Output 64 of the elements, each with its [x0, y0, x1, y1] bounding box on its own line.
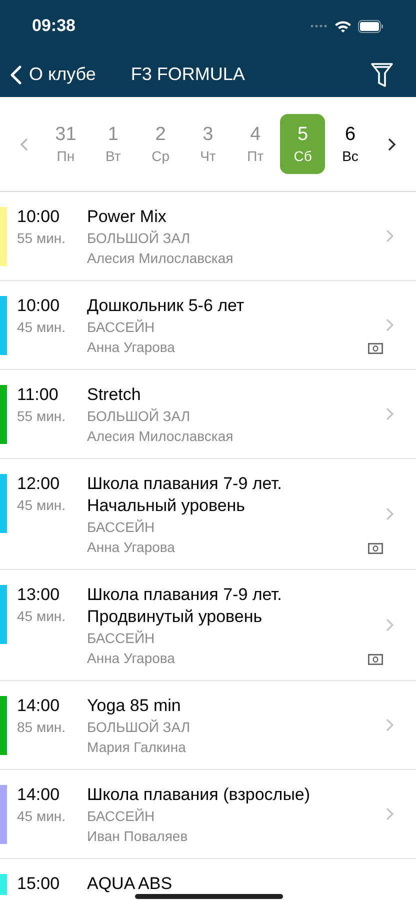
- chevron-right-icon: [386, 318, 394, 332]
- signal-icon: [310, 24, 328, 28]
- class-time: 13:00: [17, 584, 61, 606]
- class-title: Школа плавания 7-9 лет. Начальный уровень: [87, 473, 283, 517]
- class-title: Stretch: [87, 384, 142, 406]
- class-title: Школа плавания 7-9 лет. Продвинутый уровень: [87, 584, 283, 628]
- class-title: Школа плавания (взрослые): [87, 784, 312, 806]
- trainer-name: Анна Угарова: [87, 338, 176, 357]
- back-chevron-icon: [10, 64, 22, 84]
- chevron-left-icon: [20, 138, 28, 150]
- filter-icon: [370, 62, 394, 88]
- class-row[interactable]: 10:00 55 мин. Power Mix БОЛЬШОЙ ЗАЛ Алесия Милославская: [0, 192, 416, 281]
- wifi-icon: [334, 20, 352, 32]
- class-row[interactable]: 10:00 45 мин. Дошкольник 5-6 лет БАССЕЙН Анна Угарова: [0, 281, 416, 370]
- trainer-name: Алесия Милославская: [87, 427, 234, 446]
- class-row[interactable]: 12:00 45 мин. Школа плавания 7-9 лет. Начальный уровень БАССЕЙН Анна Угарова: [0, 459, 416, 570]
- class-time: 14:00: [17, 784, 61, 806]
- trainer-name: Анна Угарова: [87, 538, 176, 557]
- class-duration: 45 мин.: [17, 807, 67, 826]
- class-time: 10:00: [17, 295, 61, 317]
- room-name: БОЛЬШОЙ ЗАЛ: [87, 229, 192, 248]
- class-title: Дошкольник 5-6 лет: [87, 295, 246, 317]
- class-time: 10:00: [17, 206, 61, 228]
- screen-title: F3 FORMULA: [130, 63, 245, 86]
- trainer-name: Мария Галкина: [87, 738, 187, 757]
- chevron-right-icon: [386, 408, 394, 420]
- class-duration: 45 мин.: [17, 607, 67, 626]
- trainer-name: Алесия Милославская: [87, 249, 234, 268]
- class-row[interactable]: 14:00 85 мин. Yoga 85 min БОЛЬШОЙ ЗАЛ Мария Галкина: [0, 681, 416, 770]
- filter-button[interactable]: [370, 62, 394, 88]
- class-title: AQUA ABS: [87, 873, 174, 895]
- chevron-right-icon: [386, 718, 394, 732]
- class-row[interactable]: 15:00 AQUA ABS: [0, 859, 416, 895]
- room-name: БОЛЬШОЙ ЗАЛ: [87, 407, 192, 426]
- chevron-right-icon: [386, 230, 394, 242]
- trainer-name: Иван Поваляев: [87, 827, 189, 846]
- class-duration: 85 мин.: [17, 718, 67, 737]
- chevron-right-icon: [386, 618, 394, 632]
- chevron-right-icon: [386, 508, 394, 520]
- class-duration: 55 мин.: [17, 407, 67, 426]
- class-time: 12:00: [17, 473, 61, 495]
- class-title: Power Mix: [87, 206, 168, 228]
- battery-icon: [358, 20, 384, 32]
- class-row[interactable]: 13:00 45 мин. Школа плавания 7-9 лет. Продвинутый уровень БАССЕЙН Анна Угарова: [0, 570, 416, 681]
- class-time: 11:00: [17, 384, 60, 406]
- class-duration: 45 мин.: [17, 496, 67, 515]
- room-name: БАССЕЙН: [87, 318, 156, 337]
- trainer-name: Анна Угарова: [87, 649, 176, 668]
- class-title: Yoga 85 min: [87, 695, 182, 717]
- room-name: БАССЕЙН: [87, 629, 156, 648]
- chevron-right-icon: [388, 138, 396, 150]
- class-time: 14:00: [17, 695, 61, 717]
- day-tab[interactable]: 6 Вс: [328, 114, 373, 174]
- class-time: 15:00: [17, 873, 61, 895]
- room-name: БАССЕЙН: [87, 807, 156, 826]
- class-duration: 55 мин.: [17, 229, 67, 248]
- status-time: 09:38: [32, 15, 76, 38]
- chevron-right-icon: [386, 808, 394, 820]
- class-row[interactable]: 14:00 45 мин. Школа плавания (взрослые) БАССЕЙН Иван Поваляев: [0, 770, 416, 859]
- class-duration: 45 мин.: [17, 318, 67, 337]
- class-row[interactable]: 11:00 55 мин. Stretch БОЛЬШОЙ ЗАЛ Алесия Милославская: [0, 370, 416, 459]
- back-button[interactable]: О клубе: [10, 61, 96, 88]
- room-name: БАССЕЙН: [87, 518, 156, 537]
- room-name: БОЛЬШОЙ ЗАЛ: [87, 718, 192, 737]
